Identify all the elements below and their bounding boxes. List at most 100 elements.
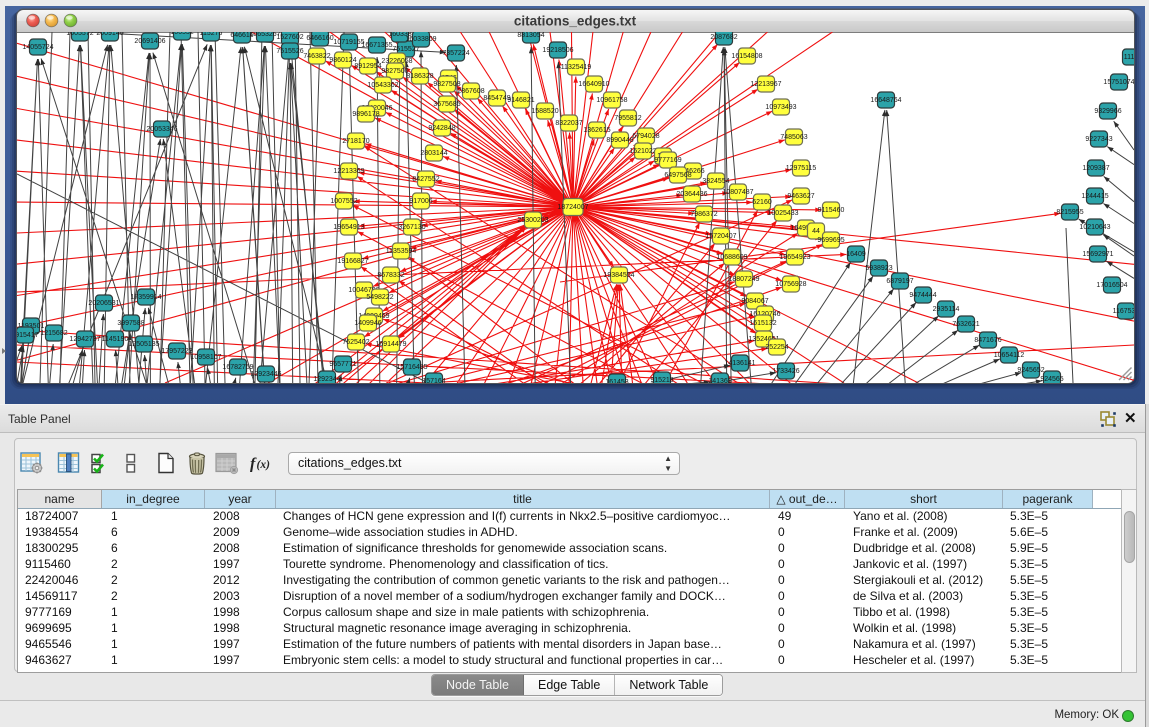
svg-text:17957223: 17957223 xyxy=(161,348,192,355)
svg-text:14136141: 14136141 xyxy=(724,360,755,367)
svg-text:1733426: 1733426 xyxy=(772,368,799,375)
svg-text:8427552: 8427552 xyxy=(412,176,439,183)
svg-text:12213369: 12213369 xyxy=(333,168,364,175)
svg-text:10973493: 10973493 xyxy=(765,104,796,111)
svg-text:20364436: 20364436 xyxy=(676,191,707,198)
svg-text:8186328: 8186328 xyxy=(406,73,433,80)
svg-text:16914479: 16914479 xyxy=(375,341,406,348)
svg-text:8215955: 8215955 xyxy=(1056,209,1083,216)
svg-text:1244415: 1244415 xyxy=(1081,193,1108,200)
svg-text:1145190: 1145190 xyxy=(102,336,129,343)
svg-text:15751074: 15751074 xyxy=(1103,79,1134,86)
svg-text:3824554: 3824554 xyxy=(702,178,729,185)
svg-text:9474444: 9474444 xyxy=(909,292,936,299)
svg-text:44: 44 xyxy=(812,228,820,235)
svg-text:1215682: 1215682 xyxy=(40,330,67,337)
svg-text:1292344: 1292344 xyxy=(313,376,340,383)
svg-text:12942737: 12942737 xyxy=(69,336,100,343)
svg-text:9463627: 9463627 xyxy=(787,193,814,200)
svg-text:20206531: 20206531 xyxy=(88,300,119,307)
svg-text:6497568: 6497568 xyxy=(664,172,691,179)
svg-text:17016504: 17016504 xyxy=(1096,282,1127,289)
svg-text:1527602: 1527602 xyxy=(276,34,303,41)
svg-text:10543362: 10543362 xyxy=(367,82,398,89)
svg-text:2935114: 2935114 xyxy=(933,306,960,313)
svg-text:7625402: 7625402 xyxy=(342,339,369,346)
svg-text:(x): (x) xyxy=(257,459,271,471)
svg-text:12975115: 12975115 xyxy=(786,165,817,172)
svg-text:1209387: 1209387 xyxy=(1082,165,1109,172)
svg-text:3267130: 3267130 xyxy=(398,224,425,231)
svg-text:8912954: 8912954 xyxy=(354,63,381,70)
svg-text:1007552: 1007552 xyxy=(330,198,357,205)
svg-text:9860124: 9860124 xyxy=(329,57,356,64)
svg-text:16154808: 16154808 xyxy=(731,53,762,60)
svg-text:7485063: 7485063 xyxy=(780,134,807,141)
svg-text:62160: 62160 xyxy=(752,199,772,206)
svg-text:7357224: 7357224 xyxy=(442,50,469,57)
svg-text:1615132: 1615132 xyxy=(749,320,776,327)
svg-text:12505135: 12505135 xyxy=(128,341,159,348)
svg-text:15716485: 15716485 xyxy=(396,364,427,371)
svg-text:6794028: 6794028 xyxy=(632,133,659,140)
svg-text:15692971: 15692971 xyxy=(1082,251,1113,258)
svg-text:10025433: 10025433 xyxy=(767,210,798,217)
svg-text:19218506: 19218506 xyxy=(542,47,573,54)
svg-text:16640910: 16640910 xyxy=(578,81,609,88)
svg-text:3997588: 3997588 xyxy=(117,320,144,327)
svg-text:18724007: 18724007 xyxy=(557,204,588,211)
svg-text:10756928: 10756928 xyxy=(775,281,806,288)
svg-text:9146821: 9146821 xyxy=(507,97,534,104)
svg-text:10210643: 10210643 xyxy=(1079,224,1110,231)
svg-text:19654923: 19654923 xyxy=(779,254,810,261)
svg-text:10961758: 10961758 xyxy=(596,97,627,104)
svg-text:9115460: 9115460 xyxy=(818,207,845,214)
svg-text:9084067: 9084067 xyxy=(741,298,768,305)
svg-text:9657771: 9657771 xyxy=(329,361,356,368)
svg-text:917006: 917006 xyxy=(409,198,432,205)
svg-text:1409946: 1409946 xyxy=(354,320,381,327)
svg-text:8322037: 8322037 xyxy=(555,120,582,127)
svg-text:14055724: 14055724 xyxy=(22,44,53,51)
svg-text:19654913: 19654913 xyxy=(333,224,364,231)
svg-text:16671355: 16671355 xyxy=(361,42,392,49)
svg-text:10807487: 10807487 xyxy=(722,189,753,196)
svg-text:7986372: 7986372 xyxy=(690,211,717,218)
svg-text:8678332: 8678332 xyxy=(377,272,404,279)
svg-text:16782759: 16782759 xyxy=(222,364,253,371)
svg-text:7515526: 7515526 xyxy=(276,48,303,55)
svg-text:10688609: 10688609 xyxy=(716,254,747,261)
svg-text:2803144: 2803144 xyxy=(420,150,447,157)
svg-text:9699695: 9699695 xyxy=(817,237,844,244)
svg-text:16033809: 16033809 xyxy=(405,36,436,43)
svg-text:252254: 252254 xyxy=(765,344,788,351)
svg-text:5498222: 5498222 xyxy=(366,294,393,301)
svg-text:19384554: 19384554 xyxy=(603,272,634,279)
svg-text:18807249: 18807249 xyxy=(728,276,759,283)
svg-text:7955812: 7955812 xyxy=(614,115,641,122)
svg-text:10654112: 10654112 xyxy=(994,352,1025,359)
svg-text:19166827: 19166827 xyxy=(337,258,368,265)
svg-text:3675685: 3675685 xyxy=(433,101,460,108)
svg-text:25300203: 25300203 xyxy=(517,217,548,224)
svg-text:citations_edges.txt: citations_edges.txt xyxy=(514,14,637,29)
svg-text:1621022: 1621022 xyxy=(629,148,656,155)
svg-text:1588520: 1588520 xyxy=(531,108,558,115)
svg-text:17359914: 17359914 xyxy=(130,294,161,301)
svg-text:10958107: 10958107 xyxy=(190,354,221,361)
svg-text:20691406: 20691406 xyxy=(134,38,165,45)
svg-text:9777169: 9777169 xyxy=(654,157,681,164)
svg-text:16648764: 16648764 xyxy=(870,97,901,104)
svg-text:20053346: 20053346 xyxy=(146,126,177,133)
svg-text:1362615: 1362615 xyxy=(583,127,610,134)
svg-text:12923446: 12923446 xyxy=(250,371,281,378)
svg-text:2867608: 2867608 xyxy=(457,88,484,95)
svg-text:2087682: 2087682 xyxy=(710,34,737,41)
svg-text:15720407: 15720407 xyxy=(705,233,736,240)
svg-text:16409: 16409 xyxy=(846,251,866,258)
svg-text:924565: 924565 xyxy=(1040,376,1063,383)
svg-text:9827500: 9827500 xyxy=(381,68,408,75)
svg-text:8471676: 8471676 xyxy=(974,337,1001,344)
svg-text:5938923: 5938923 xyxy=(865,265,892,272)
svg-text:9827508: 9827508 xyxy=(433,81,460,88)
